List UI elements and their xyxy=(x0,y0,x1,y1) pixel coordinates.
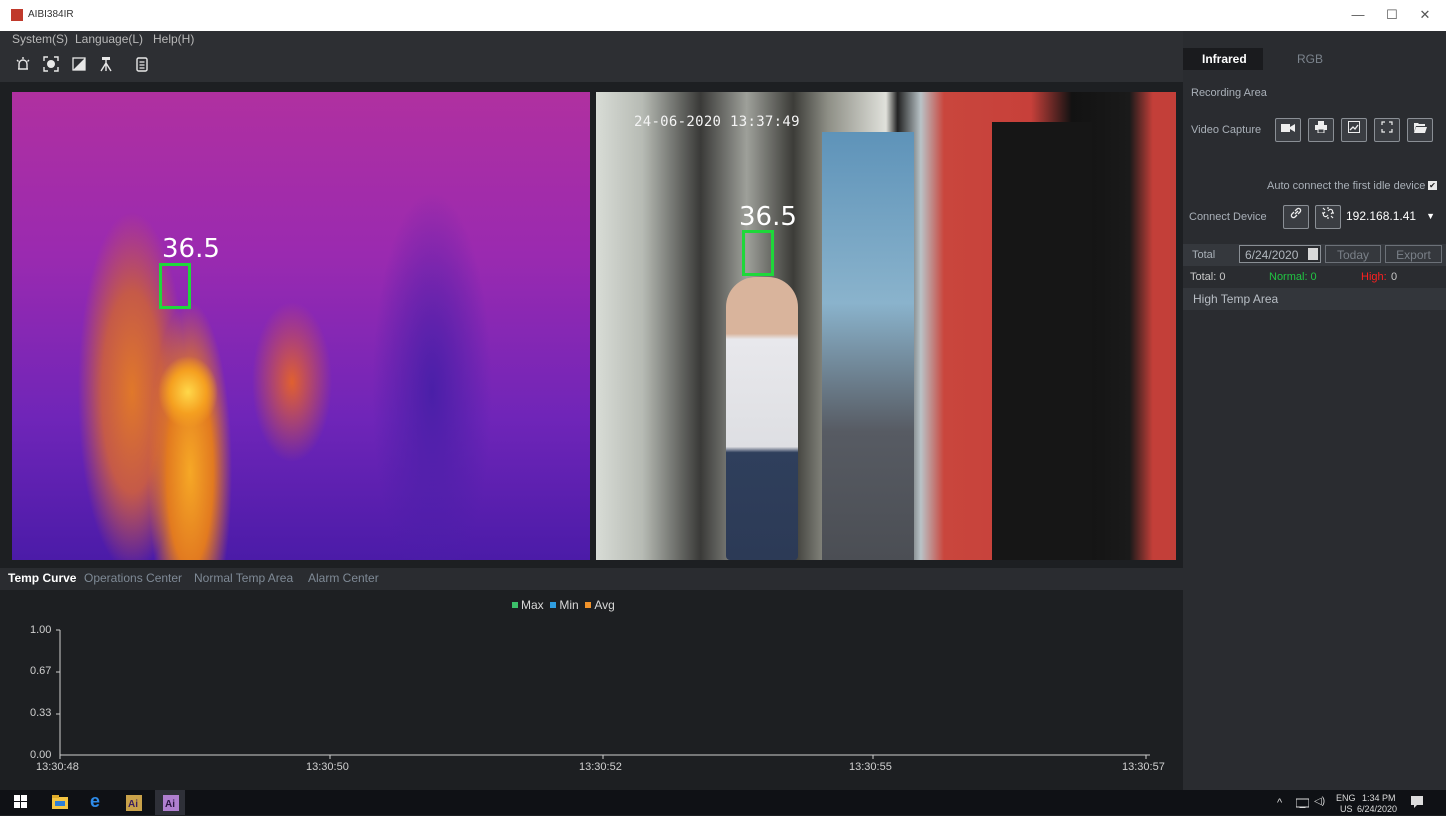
toolbar xyxy=(0,48,1183,82)
tab-rgb[interactable]: RGB xyxy=(1297,52,1323,66)
windows-taskbar: e Ai Ai ^ ◁) ENG US 1:34 PM 6/24/2020 xyxy=(0,790,1446,815)
open-folder-button[interactable] xyxy=(1407,118,1433,142)
alarm-icon[interactable] xyxy=(15,56,31,72)
video-timestamp: 24-06-2020 13:37:49 xyxy=(634,114,800,130)
high-temp-area-title: High Temp Area xyxy=(1193,292,1279,306)
door-image xyxy=(992,122,1092,560)
language-indicator[interactable]: ENG xyxy=(1336,793,1356,803)
x-tick-label: 13:30:50 xyxy=(306,761,349,773)
date-spinner-icon[interactable] xyxy=(1308,248,1318,260)
right-panel xyxy=(1183,31,1446,790)
connect-device-label: Connect Device xyxy=(1189,211,1267,223)
app-logo-icon xyxy=(11,9,23,21)
total-label: Total xyxy=(1192,249,1216,261)
infrared-video-feed: 36.5 xyxy=(12,92,590,560)
device-ip-value: 192.168.1.41 xyxy=(1346,209,1417,223)
palette-icon[interactable] xyxy=(71,56,87,72)
x-tick-label: 13:30:48 xyxy=(36,761,79,773)
clipboard-icon[interactable] xyxy=(134,56,150,72)
app-icon-2[interactable]: Ai xyxy=(163,795,179,811)
disconnect-button[interactable] xyxy=(1315,205,1341,229)
y-tick-label: 0.33 xyxy=(30,707,52,719)
y-tick-label: 0.67 xyxy=(30,665,52,677)
volume-icon[interactable]: ◁) xyxy=(1314,796,1325,807)
clock-time[interactable]: 1:34 PM xyxy=(1362,793,1396,803)
y-tick-label: 0.00 xyxy=(30,749,52,761)
chart-export-button[interactable] xyxy=(1341,118,1367,142)
app-icon-1[interactable]: Ai xyxy=(126,795,142,811)
fullscreen-icon xyxy=(1381,121,1393,133)
tab-normal-temp-area[interactable]: Normal Temp Area xyxy=(194,571,293,585)
total-count: Total: 0 xyxy=(1190,271,1226,283)
menu-bar: System(S) Language(L) Help(H) xyxy=(0,31,1183,48)
tab-operations-center[interactable]: Operations Center xyxy=(84,571,182,585)
video-camera-icon xyxy=(1281,124,1295,132)
high-count: 0 xyxy=(1391,271,1398,283)
date-value: 6/24/2020 xyxy=(1245,248,1299,262)
today-button[interactable]: Today xyxy=(1325,245,1381,263)
maximize-button[interactable]: ☐ xyxy=(1378,6,1406,24)
ir-face-box xyxy=(159,263,191,309)
folder-icon xyxy=(1413,123,1427,133)
notification-icon[interactable] xyxy=(1411,796,1423,810)
link-icon xyxy=(1290,207,1302,219)
menu-system[interactable]: System(S) xyxy=(12,32,68,46)
title-bar: AIBI384IR — ☐ ✕ xyxy=(0,0,1446,31)
menu-help[interactable]: Help(H) xyxy=(153,32,194,46)
unlink-icon xyxy=(1322,207,1334,219)
ir-temperature-label: 36.5 xyxy=(162,234,220,264)
line-chart-icon xyxy=(1348,121,1360,133)
window-title: AIBI384IR xyxy=(28,9,74,20)
x-tick-label: 13:30:55 xyxy=(849,761,892,773)
person-image xyxy=(726,277,798,560)
auto-connect-label: Auto connect the first idle device xyxy=(1267,180,1426,192)
close-button[interactable]: ✕ xyxy=(1411,6,1439,24)
clock-date: 6/24/2020 xyxy=(1357,804,1398,814)
tab-alarm-center[interactable]: Alarm Center xyxy=(308,571,379,585)
doorway-image xyxy=(822,132,914,560)
y-tick-label: 1.00 xyxy=(30,624,52,636)
chevron-down-icon: ▼ xyxy=(1426,211,1435,221)
normal-count: Normal: 0 xyxy=(1269,271,1317,283)
record-video-button[interactable] xyxy=(1275,118,1301,142)
video-capture-label: Video Capture xyxy=(1191,124,1262,136)
edge-browser-icon[interactable]: e xyxy=(90,791,106,811)
minimize-button[interactable]: — xyxy=(1344,6,1372,24)
x-tick-label: 13:30:52 xyxy=(579,761,622,773)
file-explorer-icon[interactable] xyxy=(52,795,68,811)
chart-axes xyxy=(56,629,1150,759)
tab-infrared[interactable]: Infrared xyxy=(1202,52,1247,66)
bottom-tab-bar: Temp Curve Operations Center Normal Temp… xyxy=(0,568,1183,590)
network-icon[interactable] xyxy=(1295,797,1310,810)
tab-temp-curve[interactable]: Temp Curve xyxy=(8,571,76,585)
print-button[interactable] xyxy=(1308,118,1334,142)
export-button[interactable]: Export xyxy=(1385,245,1442,263)
camera-focus-icon[interactable] xyxy=(43,56,59,72)
high-label: High: xyxy=(1361,271,1387,283)
region-indicator: US xyxy=(1340,804,1353,814)
svg-text:Ai: Ai xyxy=(165,799,175,810)
menu-language[interactable]: Language(L) xyxy=(75,32,143,46)
tripod-icon[interactable] xyxy=(98,56,114,72)
rgb-video-feed: 24-06-2020 13:37:49 36.5 xyxy=(596,92,1176,560)
recording-area-label: Recording Area xyxy=(1191,87,1267,99)
connect-button[interactable] xyxy=(1283,205,1309,229)
rgb-face-box xyxy=(742,230,774,276)
printer-icon xyxy=(1315,121,1327,134)
date-picker[interactable]: 6/24/2020 xyxy=(1239,245,1321,263)
device-ip-select[interactable]: 192.168.1.41 ▼ xyxy=(1346,205,1438,227)
x-tick-label: 13:30:57 xyxy=(1122,761,1165,773)
rgb-temperature-label: 36.5 xyxy=(739,202,797,232)
tray-chevron-icon[interactable]: ^ xyxy=(1277,797,1282,809)
auto-connect-checkbox[interactable]: ✔ xyxy=(1428,181,1437,190)
fullscreen-button[interactable] xyxy=(1374,118,1400,142)
windows-start-icon[interactable] xyxy=(14,795,30,811)
svg-text:Ai: Ai xyxy=(128,799,138,810)
